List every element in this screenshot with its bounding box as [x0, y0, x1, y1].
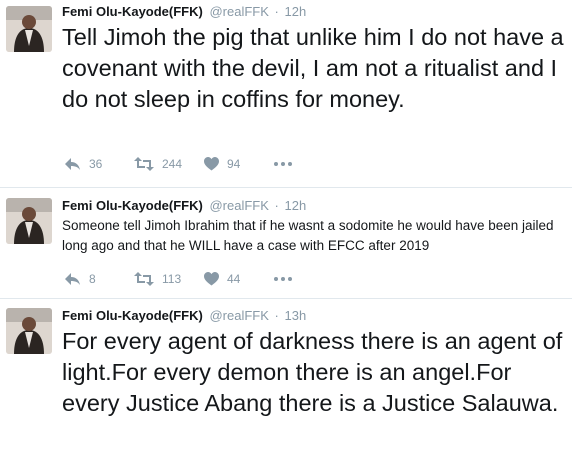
more-icon [274, 277, 292, 281]
like-button[interactable]: 44 [204, 272, 274, 286]
heart-icon [204, 272, 219, 286]
separator: · [274, 4, 279, 19]
heart-icon [204, 157, 219, 171]
more-button[interactable] [274, 277, 298, 281]
reply-icon [65, 273, 80, 285]
retweet-icon [134, 272, 154, 286]
author-name[interactable]: Femi Olu-Kayode(FFK) [62, 198, 203, 213]
more-icon [274, 162, 292, 166]
like-button[interactable]: 94 [204, 157, 274, 171]
tweet-header: Femi Olu-Kayode(FFK) @realFFK · 12h [62, 4, 306, 20]
retweet-count: 113 [162, 272, 182, 286]
tweet[interactable]: Femi Olu-Kayode(FFK) @realFFK · 12h Some… [0, 188, 572, 298]
separator: · [274, 308, 279, 323]
reply-button[interactable]: 8 [64, 272, 134, 286]
author-name[interactable]: Femi Olu-Kayode(FFK) [62, 308, 203, 323]
retweet-count: 244 [162, 157, 183, 171]
tweet-header: Femi Olu-Kayode(FFK) @realFFK · 13h [62, 308, 306, 324]
reply-button[interactable]: 36 [64, 157, 134, 171]
reply-count: 36 [89, 157, 103, 171]
reply-count: 8 [89, 272, 96, 286]
avatar[interactable] [6, 308, 52, 354]
retweet-icon [134, 157, 154, 171]
author-handle[interactable]: @realFFK [209, 198, 268, 213]
tweet[interactable]: Femi Olu-Kayode(FFK) @realFFK · 13h For … [0, 298, 572, 450]
tweet[interactable]: Femi Olu-Kayode(FFK) @realFFK · 12h Tell… [0, 0, 572, 188]
like-count: 44 [227, 272, 241, 286]
avatar[interactable] [6, 6, 52, 52]
more-button[interactable] [274, 162, 298, 166]
timestamp[interactable]: 12h [285, 198, 307, 213]
tweet-text: Someone tell Jimoh Ibrahim that if he wa… [62, 218, 554, 253]
tweet-actions: 8 113 44 [64, 272, 298, 286]
author-handle[interactable]: @realFFK [209, 4, 268, 19]
author-name[interactable]: Femi Olu-Kayode(FFK) [62, 4, 203, 19]
retweet-button[interactable]: 244 [134, 157, 204, 171]
avatar[interactable] [6, 198, 52, 244]
timestamp[interactable]: 13h [285, 308, 307, 323]
tweet-text: Tell Jimoh the pig that unlike him I do … [62, 24, 564, 112]
retweet-button[interactable]: 113 [134, 272, 204, 286]
tweet-header: Femi Olu-Kayode(FFK) @realFFK · 12h [62, 198, 306, 214]
tweet-text: For every agent of darkness there is an … [62, 328, 563, 416]
timestamp[interactable]: 12h [285, 4, 307, 19]
separator: · [274, 198, 279, 213]
like-count: 94 [227, 157, 241, 171]
tweet-actions: 36 244 94 [64, 157, 298, 171]
reply-icon [65, 158, 80, 170]
author-handle[interactable]: @realFFK [209, 308, 268, 323]
